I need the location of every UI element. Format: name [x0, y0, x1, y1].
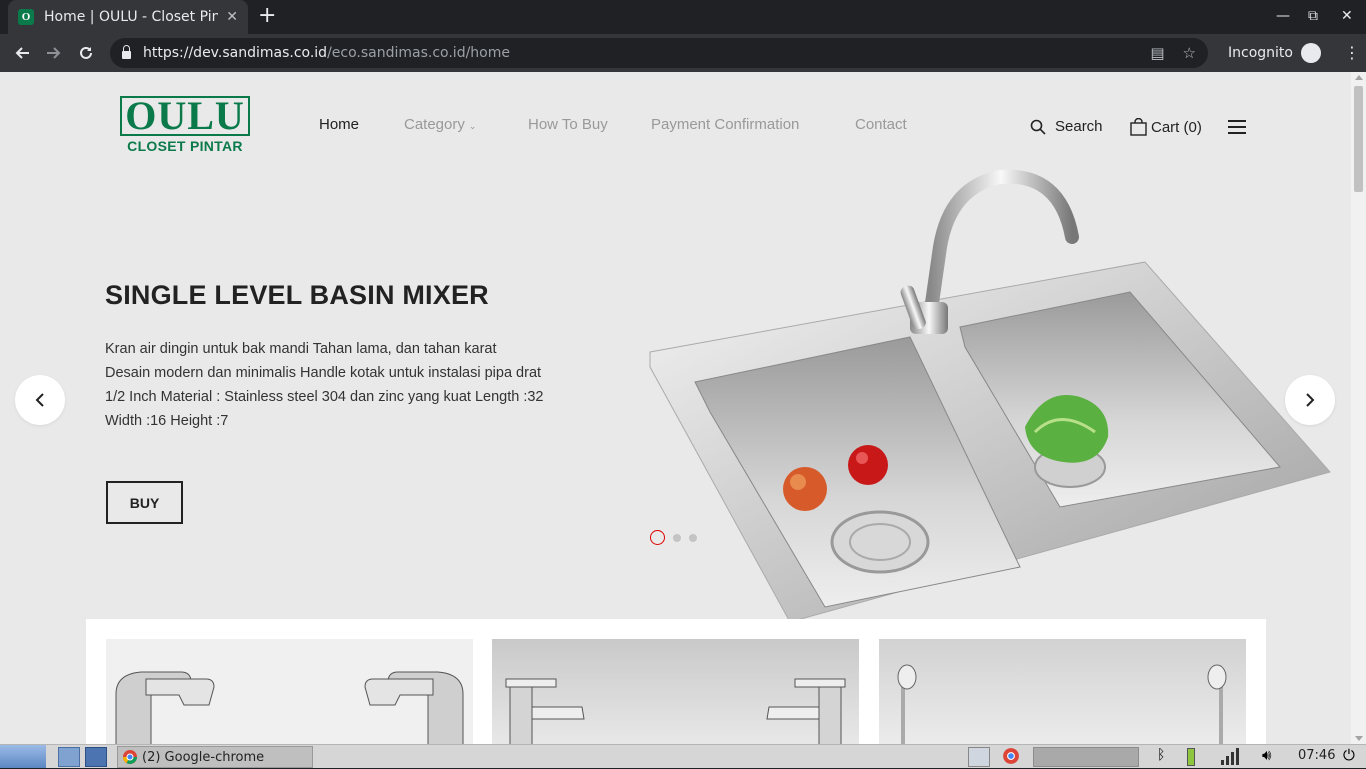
incognito-indicator[interactable]: Incognito: [1228, 43, 1321, 63]
incognito-icon: [1300, 43, 1321, 63]
translate-icon[interactable]: ▤: [1150, 44, 1164, 62]
start-menu-button[interactable]: [0, 745, 46, 768]
shower-set-image: [897, 664, 1227, 744]
nav-contact[interactable]: Contact: [855, 116, 907, 133]
search-button[interactable]: Search: [1030, 118, 1103, 135]
forward-button[interactable]: [42, 41, 66, 65]
chevron-left-icon: [35, 393, 44, 407]
window-list-icon[interactable]: [968, 747, 990, 767]
basin-faucet-image: [505, 678, 846, 744]
browser-titlebar: O Home | OULU - Closet Pintar ✕ + — ⧉ ✕: [0, 0, 1366, 34]
cart-button[interactable]: Cart (0): [1130, 118, 1202, 136]
chrome-tray-icon[interactable]: [1002, 747, 1028, 767]
product-card[interactable]: [492, 639, 859, 744]
slider-dot-2[interactable]: [673, 533, 681, 542]
search-label: Search: [1055, 118, 1103, 135]
incognito-label: Incognito: [1228, 45, 1293, 61]
tab-title: Home | OULU - Closet Pintar: [44, 9, 219, 25]
product-strip: [86, 619, 1266, 744]
restore-icon[interactable]: ⧉: [1308, 8, 1318, 24]
slider-prev-button[interactable]: [15, 375, 65, 425]
scroll-down-icon[interactable]: [1355, 736, 1363, 741]
taskbar-clock: 07:46: [1298, 748, 1336, 763]
power-icon[interactable]: ⏻: [1343, 746, 1355, 766]
address-bar[interactable]: https://dev.sandimas.co.id/eco.sandimas.…: [110, 38, 1208, 68]
volume-icon[interactable]: 🔊︎: [1262, 746, 1271, 766]
workspace-pager[interactable]: [1033, 747, 1139, 767]
browser-toolbar: https://dev.sandimas.co.id/eco.sandimas.…: [0, 34, 1366, 72]
slider-dot-3[interactable]: [689, 533, 697, 542]
back-button[interactable]: [10, 41, 34, 65]
nav-home[interactable]: Home: [319, 116, 359, 133]
product-card[interactable]: [106, 639, 473, 744]
forward-arrow-icon: [47, 47, 61, 59]
page-scrollbar[interactable]: [1351, 72, 1366, 744]
lock-icon: [122, 45, 131, 59]
tab-close-icon[interactable]: ✕: [226, 9, 238, 25]
product-card[interactable]: [879, 639, 1246, 744]
page-viewport: OULU CLOSET PINTAR Home Category ⌄ How To…: [0, 72, 1351, 744]
taskbar-chrome-window[interactable]: (2) Google-chrome: [117, 746, 313, 768]
nav-category[interactable]: Category ⌄: [404, 116, 476, 133]
search-icon: [1030, 119, 1046, 135]
cart-label: Cart (0): [1151, 118, 1202, 136]
scrollbar-thumb[interactable]: [1354, 86, 1363, 192]
reload-icon: [80, 46, 92, 59]
network-signal-icon[interactable]: [1220, 747, 1240, 767]
shopping-bag-icon: [1130, 118, 1147, 136]
back-arrow-icon: [15, 47, 29, 59]
slider-dots: [650, 530, 697, 545]
favicon: O: [18, 9, 34, 25]
new-tab-button[interactable]: +: [258, 5, 276, 27]
browser-tab[interactable]: O Home | OULU - Closet Pintar ✕: [8, 0, 248, 34]
kitchen-sink-image: [649, 169, 1331, 622]
bookmark-star-icon[interactable]: ☆: [1183, 44, 1196, 62]
nav-payment-confirmation[interactable]: Payment Confirmation: [651, 116, 799, 133]
logo-tagline: CLOSET PINTAR: [127, 138, 243, 154]
url-host: https://dev.sandimas.co.id: [143, 45, 328, 61]
hero-title: SINGLE LEVEL BASIN MIXER: [105, 280, 489, 310]
taskbar-window-label: (2) Google-chrome: [142, 749, 265, 765]
buy-button[interactable]: BUY: [106, 481, 183, 524]
window-close-icon[interactable]: ✕: [1341, 8, 1353, 24]
browser-menu-icon[interactable]: ⋮: [1344, 43, 1360, 62]
hero-description: Kran air dingin untuk bak mandi Tahan la…: [105, 341, 544, 429]
bluetooth-icon[interactable]: ᛒ: [1157, 747, 1165, 767]
battery-icon[interactable]: [1187, 748, 1195, 766]
minimize-icon[interactable]: —: [1276, 8, 1290, 24]
site-logo[interactable]: OULU CLOSET PINTAR: [120, 96, 250, 154]
scroll-up-icon[interactable]: [1355, 75, 1363, 80]
url-path: /eco.sandimas.co.id/home: [327, 45, 510, 61]
slider-dot-1[interactable]: [650, 530, 665, 545]
desktop-switcher-icon[interactable]: [85, 747, 107, 767]
nav-how-to-buy[interactable]: How To Buy: [528, 116, 608, 133]
chrome-icon: [123, 750, 137, 764]
file-manager-icon[interactable]: [58, 747, 80, 767]
reload-button[interactable]: [74, 41, 98, 65]
basin-faucet-image: [115, 671, 464, 744]
logo-wordmark: OULU: [120, 96, 250, 136]
hamburger-menu-icon[interactable]: [1228, 120, 1246, 134]
chevron-down-icon: ⌄: [468, 121, 477, 131]
os-taskbar: (2) Google-chrome ᛒ 🔊︎ 07:46 ⏻: [0, 744, 1366, 768]
nav-category-label: Category: [404, 116, 465, 133]
